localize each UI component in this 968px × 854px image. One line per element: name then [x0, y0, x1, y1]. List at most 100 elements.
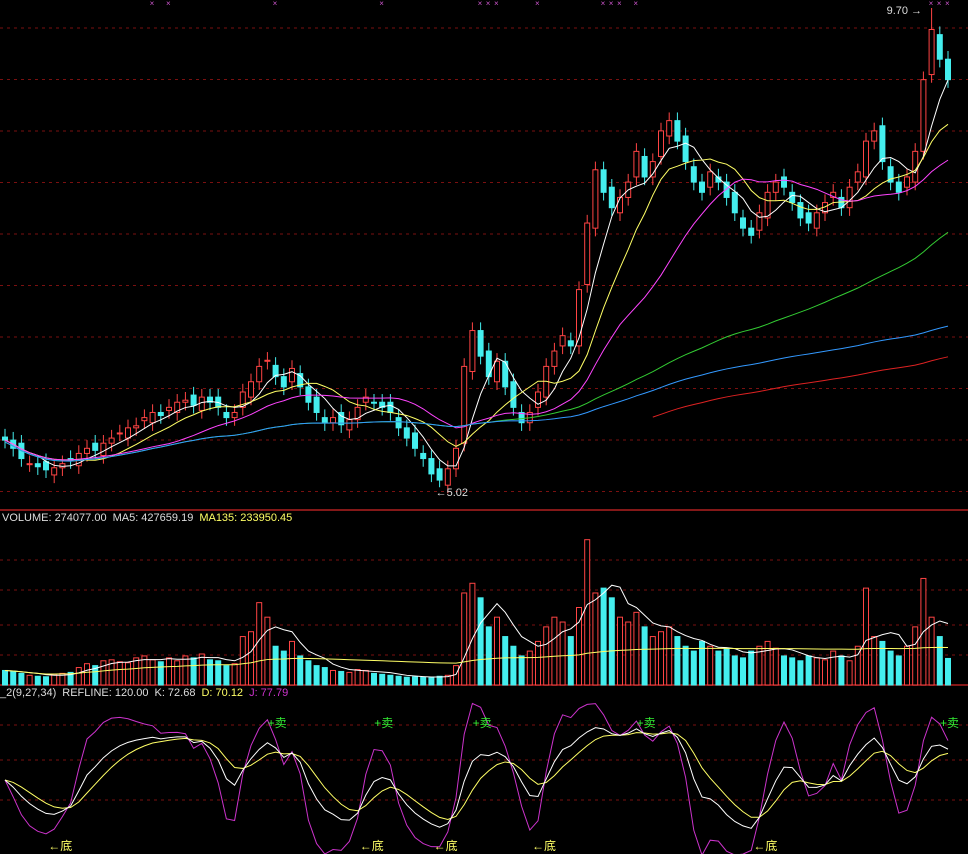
kdj-params: _2(9,27,34) — [0, 687, 57, 699]
candle-up — [813, 212, 820, 229]
candle-down — [477, 330, 484, 357]
candle-down — [92, 442, 99, 451]
candle-up — [330, 417, 336, 424]
top-marker: × — [494, 0, 499, 8]
volume-bar — [625, 621, 632, 686]
volume-bar — [879, 640, 886, 686]
volume-value: VOLUME: 274077.00 — [2, 512, 107, 524]
candle-up — [231, 411, 238, 419]
volume-bar — [248, 631, 254, 686]
candle-down — [895, 181, 902, 193]
volume-bar — [395, 675, 402, 686]
candle-down — [280, 376, 287, 388]
volume-bar — [272, 645, 279, 686]
volume-bar — [231, 663, 238, 686]
volume-bar — [518, 655, 525, 686]
volume-bar — [871, 636, 878, 686]
candle-down — [797, 202, 804, 219]
volume-bar — [772, 647, 779, 686]
candle-down — [420, 452, 427, 460]
candle-down — [510, 381, 517, 408]
candle-down — [699, 181, 705, 193]
volume-bar — [477, 597, 484, 686]
volume-bar — [617, 616, 623, 686]
volume-bar — [10, 670, 17, 686]
sell-signal: +卖 — [374, 716, 393, 730]
candle-up — [535, 391, 541, 408]
top-marker: × — [486, 0, 491, 8]
candle-up — [551, 350, 558, 367]
candle-down — [157, 411, 164, 417]
volume-bar — [535, 640, 541, 686]
candle-up — [100, 442, 107, 456]
volume-bar — [469, 582, 476, 686]
volume-bar — [682, 645, 689, 686]
volume-bar — [723, 647, 730, 686]
candle-up — [649, 161, 656, 178]
volume-bar — [174, 660, 181, 686]
kdj-refline: REFLINE: 120.00 — [62, 687, 149, 699]
candle-down — [321, 417, 328, 424]
candle-down — [781, 176, 787, 188]
volume-bar — [936, 636, 943, 686]
volume-bar — [461, 592, 468, 686]
volume-bar — [945, 657, 951, 686]
candle-up — [920, 79, 927, 152]
ma-long-line — [652, 356, 949, 418]
volume-bar — [830, 650, 837, 686]
volume-bar — [584, 539, 591, 686]
volume-bar — [666, 626, 673, 686]
volume-bar — [239, 636, 246, 686]
volume-bar — [2, 669, 8, 686]
candle-up — [559, 335, 566, 347]
candle-up — [772, 181, 779, 193]
high-price-label: 9.70 → — [887, 5, 922, 17]
candle-up — [125, 427, 131, 439]
volume-bar — [690, 650, 697, 686]
volume-bar — [412, 676, 418, 686]
candle-up — [928, 29, 935, 76]
candle-down — [740, 217, 746, 229]
sell-signal: +卖 — [637, 716, 656, 730]
bottom-signal: ←底 — [48, 838, 72, 853]
top-marker: × — [945, 0, 950, 8]
candle-up — [116, 432, 123, 435]
candle-down — [936, 34, 943, 60]
volume-bar — [223, 665, 230, 686]
volume-bar — [166, 657, 172, 686]
bottom-signal: ←底 — [532, 838, 556, 853]
volume-bar — [264, 616, 271, 686]
volume-bar — [600, 587, 607, 686]
sell-signal: +卖 — [473, 716, 492, 730]
volume-bar — [436, 675, 443, 686]
volume-bar — [912, 626, 919, 686]
candle-down — [371, 401, 377, 404]
sell-signal: +卖 — [268, 716, 287, 730]
kdj-k-line — [4, 727, 949, 829]
candle-up — [666, 120, 673, 137]
candle-down — [567, 340, 574, 347]
candle-up — [289, 367, 295, 383]
volume-bar — [149, 659, 156, 686]
candle-up — [133, 425, 140, 429]
candle-down — [395, 417, 402, 429]
candle-down — [945, 58, 951, 81]
volume-bar — [100, 660, 107, 686]
candle-down — [43, 461, 49, 471]
bottom-signal: ←底 — [753, 838, 777, 853]
volume-bar — [305, 660, 312, 686]
kdj-legend: _2(9,27,34) REFLINE: 120.00 K: 72.68 D: 70.… — [0, 687, 294, 699]
candle-down — [387, 401, 394, 413]
candle-up — [707, 171, 714, 188]
volume-bar — [731, 655, 738, 686]
candle-up — [863, 140, 869, 178]
volume-bar — [887, 650, 894, 686]
volume-bar — [207, 659, 213, 686]
candle-up — [633, 150, 640, 178]
candle-up — [904, 176, 910, 188]
volume-bar — [838, 655, 845, 686]
volume-bar — [75, 667, 82, 686]
volume-bar — [198, 653, 205, 686]
top-marker: × — [478, 0, 483, 8]
kdj-d-line — [4, 732, 949, 821]
